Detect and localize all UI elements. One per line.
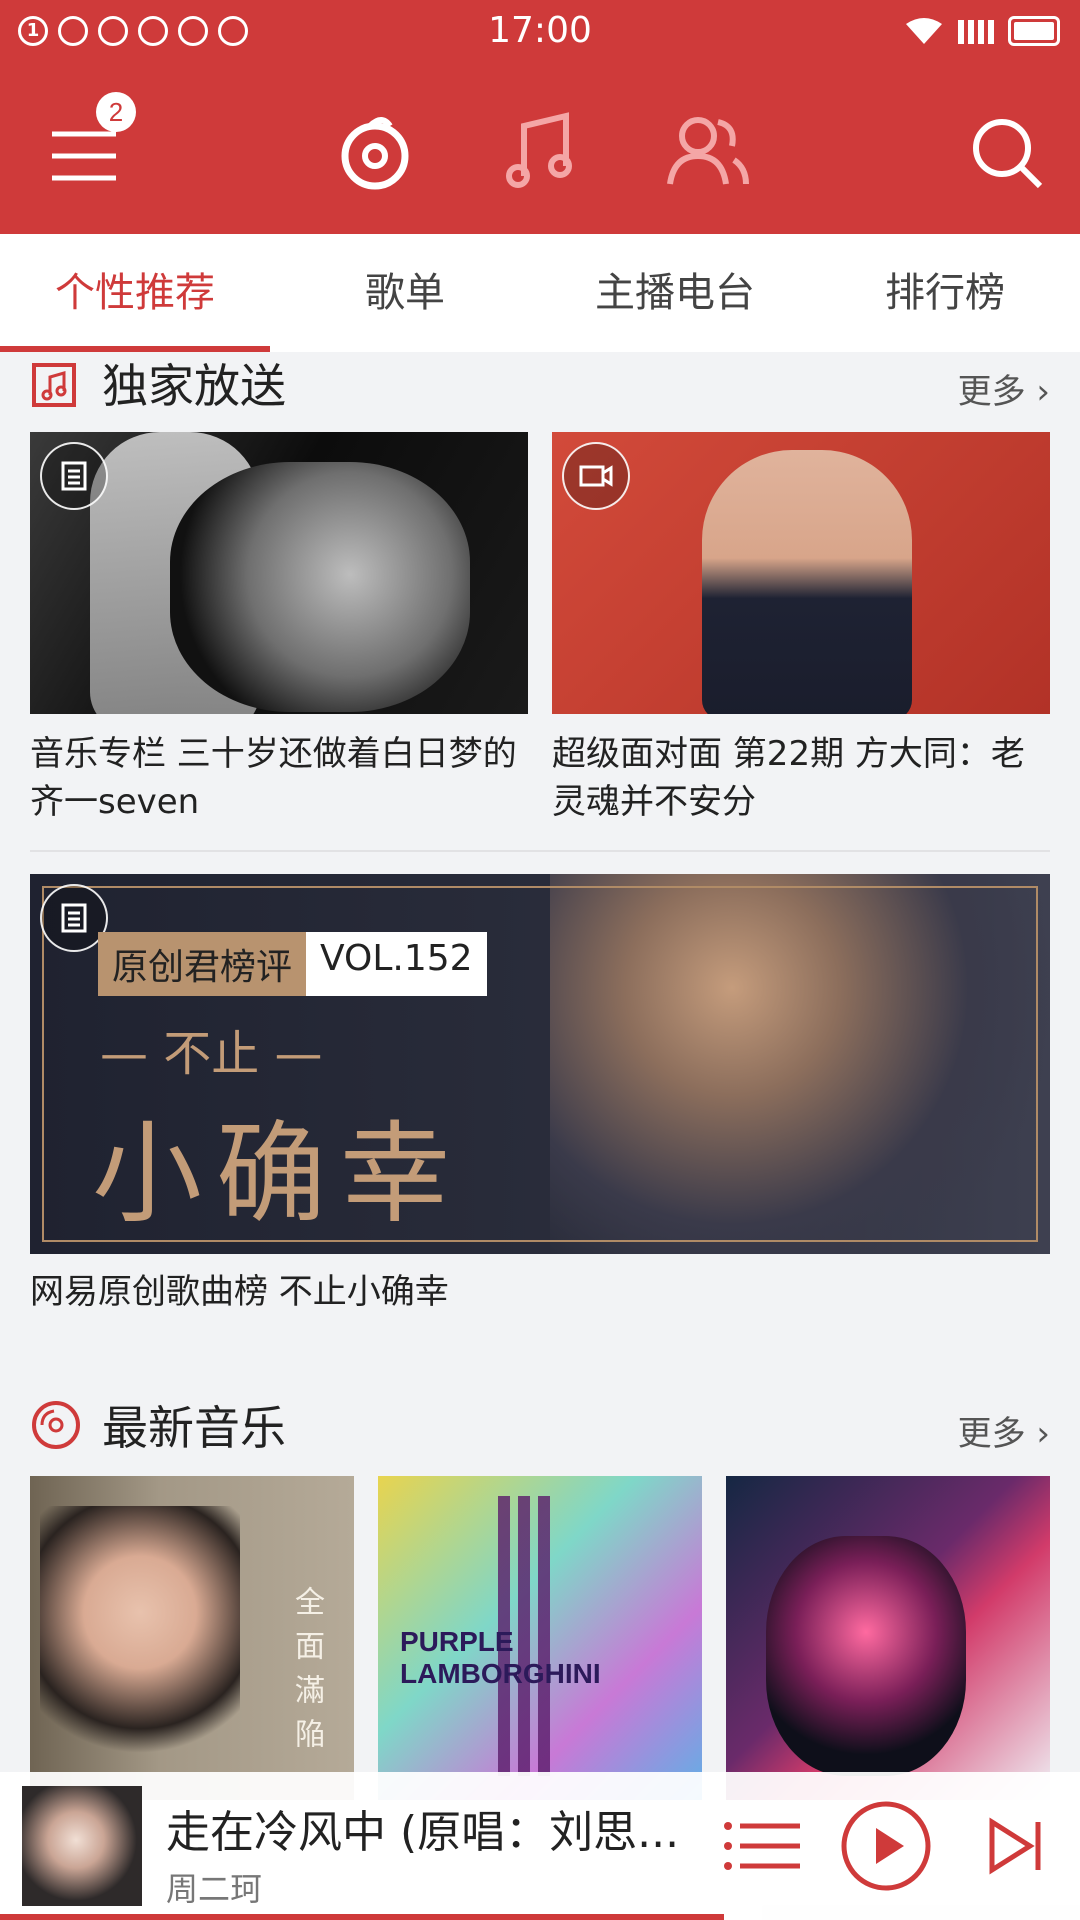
my-music-button[interactable] bbox=[496, 106, 586, 196]
article-icon bbox=[40, 442, 108, 510]
chevron-right-icon: › bbox=[1036, 372, 1050, 412]
banner-headline: 小确幸 bbox=[92, 1110, 464, 1238]
album-card-1[interactable]: 全面滿陥 bbox=[30, 1476, 354, 1800]
now-playing-artist: 周二珂 bbox=[166, 1870, 263, 1908]
card-image bbox=[702, 450, 912, 714]
signal-icon bbox=[958, 20, 994, 44]
album-cover-image bbox=[766, 1536, 966, 1776]
menu-button[interactable]: 2 bbox=[44, 92, 136, 196]
discover-button[interactable] bbox=[330, 106, 420, 196]
banner-subtitle: — 不止 — bbox=[100, 1026, 323, 1082]
card-image-face bbox=[170, 462, 470, 712]
exclusive-card-2[interactable] bbox=[552, 432, 1050, 714]
exclusive-section-title: 独家放送 bbox=[30, 350, 286, 416]
netease-music-icon bbox=[341, 117, 409, 190]
banner-tag-left: 原创君榜评 bbox=[98, 932, 307, 996]
banner-caption[interactable]: 网易原创歌曲榜 不止小确幸 bbox=[30, 1268, 1050, 1316]
album-cover-image bbox=[40, 1506, 240, 1786]
playback-progress-bar bbox=[0, 1914, 724, 1920]
video-icon bbox=[562, 442, 630, 510]
friends-icon bbox=[667, 117, 749, 185]
chevron-right-icon: › bbox=[1036, 1414, 1050, 1454]
play-icon[interactable] bbox=[838, 1798, 934, 1894]
album-cover-text: PURPLE LAMBORGHINI bbox=[400, 1626, 601, 1689]
playlist-icon[interactable] bbox=[716, 1798, 812, 1894]
mini-player[interactable]: 走在冷风中 (原唱：刘思... 周二珂 bbox=[0, 1772, 1080, 1920]
status-bar: 1 17:00 bbox=[0, 0, 1080, 66]
wifi-icon bbox=[906, 18, 942, 44]
divider bbox=[30, 850, 1050, 852]
tab-playlists[interactable]: 歌单 bbox=[270, 234, 540, 352]
album-cover-text: 全面滿陥 bbox=[289, 1586, 324, 1762]
app-bar: 2 bbox=[0, 66, 1080, 234]
exclusive-more-text: 更多 bbox=[957, 372, 1026, 412]
friends-button[interactable] bbox=[662, 106, 752, 196]
status-bar-system bbox=[904, 16, 1060, 46]
banner-tag: 原创君榜评 VOL.152 bbox=[98, 932, 487, 996]
tab-recommend[interactable]: 个性推荐 bbox=[0, 234, 270, 352]
search-button[interactable] bbox=[962, 106, 1052, 196]
search-icon bbox=[973, 119, 1043, 189]
menu-badge: 2 bbox=[96, 92, 136, 132]
exclusive-title-text: 独家放送 bbox=[102, 359, 286, 413]
chart-review-banner[interactable]: 原创君榜评 VOL.152 — 不止 — 小确幸 bbox=[30, 874, 1050, 1254]
exclusive-card-1[interactable] bbox=[30, 432, 528, 714]
album-card-3[interactable] bbox=[726, 1476, 1050, 1800]
new-music-title-text: 最新音乐 bbox=[102, 1401, 286, 1455]
battery-icon bbox=[1008, 16, 1060, 46]
tab-charts[interactable]: 排行榜 bbox=[810, 234, 1080, 352]
exclusive-more-link[interactable]: 更多 › bbox=[958, 364, 1050, 413]
tab-radio[interactable]: 主播电台 bbox=[540, 234, 810, 352]
music-square-icon bbox=[32, 363, 76, 407]
banner-tag-right: VOL.152 bbox=[306, 932, 487, 996]
tab-bar: 个性推荐 歌单 主播电台 排行榜 bbox=[0, 234, 1080, 352]
disc-icon bbox=[32, 1401, 80, 1449]
exclusive-card-1-caption[interactable]: 音乐专栏 三十岁还做着白日梦的齐一seven bbox=[30, 730, 528, 826]
new-music-more-text: 更多 bbox=[957, 1414, 1026, 1454]
music-note-icon bbox=[506, 112, 572, 188]
new-music-section-title: 最新音乐 bbox=[30, 1392, 286, 1458]
album-card-2[interactable]: PURPLE LAMBORGHINI bbox=[378, 1476, 702, 1800]
next-track-icon[interactable] bbox=[974, 1798, 1064, 1894]
exclusive-card-2-caption[interactable]: 超级面对面 第22期 方大同：老灵魂并不安分 bbox=[552, 730, 1050, 826]
new-music-more-link[interactable]: 更多 › bbox=[958, 1406, 1050, 1455]
now-playing-title[interactable]: 走在冷风中 (原唱：刘思... bbox=[166, 1796, 706, 1860]
now-playing-cover[interactable] bbox=[22, 1786, 142, 1906]
